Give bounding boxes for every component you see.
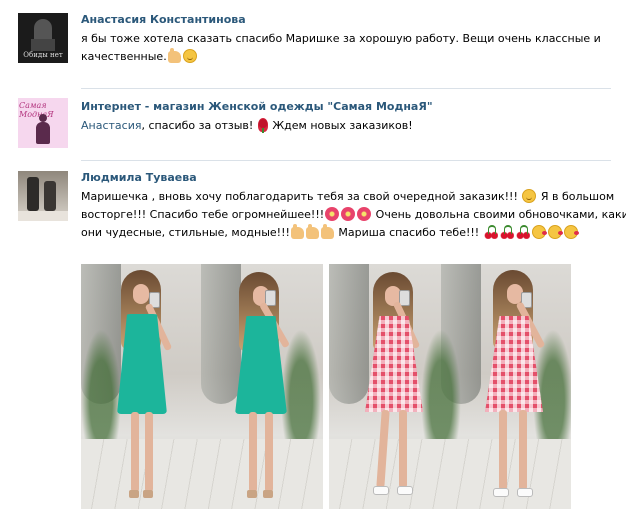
- comment-line: Маришечка , вновь хочу поблагодарить теб…: [81, 190, 518, 203]
- comment-line: Очень довольна своими обновочками, какие…: [375, 208, 626, 221]
- photo-arch: [329, 264, 369, 404]
- photo-arch: [201, 264, 241, 404]
- photo-plant: [81, 329, 121, 449]
- thumbs-up-icon: [167, 48, 181, 63]
- avatar-body: [31, 39, 55, 51]
- flower-icon: [325, 207, 340, 221]
- comment-line: восторге!!! Спасибо тебе огромнейшее!!!: [81, 208, 325, 221]
- rose-icon: [257, 118, 268, 133]
- model-shoe: [397, 486, 413, 495]
- avatar-figure: [34, 19, 52, 41]
- comment-body: я бы тоже хотела сказать спасибо Маришке…: [81, 32, 601, 63]
- avatar[interactable]: Самая МоднаЯ: [18, 98, 68, 148]
- smile-icon: [522, 189, 537, 203]
- model-shoe: [493, 488, 509, 497]
- comment-text: Анастасия, спасибо за отзыв! Ждем новых …: [81, 117, 601, 135]
- cherry-icon: [515, 225, 530, 239]
- photo-attachment-turquoise-dress[interactable]: [81, 264, 323, 509]
- model-shoe: [129, 490, 139, 498]
- model-leg: [131, 412, 139, 492]
- photo-plant: [421, 329, 461, 449]
- mention-link[interactable]: Анастасия: [81, 119, 141, 132]
- avatar-figure: [39, 114, 47, 122]
- comment-line: Я в большом: [540, 190, 615, 203]
- thumbs-up-icon: [320, 224, 334, 239]
- model-leg: [265, 412, 273, 492]
- comment-body-end: Ждем новых заказиков!: [272, 119, 413, 132]
- cherry-icon: [483, 225, 498, 239]
- avatar-caption: Обиды нет: [23, 51, 63, 59]
- comment-author[interactable]: Интернет - магазин Женской одежды "Самая…: [81, 100, 433, 113]
- thumbs-up-icon: [290, 224, 304, 239]
- model-shoe: [263, 490, 273, 498]
- photo-floor: [81, 439, 323, 509]
- avatar-body: [36, 122, 50, 144]
- kiss-icon: [563, 225, 579, 239]
- model-face: [133, 284, 149, 304]
- avatar-body: [44, 181, 56, 211]
- model-shoe: [517, 488, 533, 497]
- flower-icon: [357, 207, 372, 221]
- comment-author[interactable]: Людмила Туваева: [81, 171, 197, 184]
- model-leg: [519, 410, 527, 490]
- avatar-floor: [18, 211, 68, 221]
- model-shoe: [143, 490, 153, 498]
- kiss-icon: [531, 225, 547, 239]
- avatar[interactable]: Обиды нет: [18, 13, 68, 63]
- thumbs-up-icon: [305, 224, 319, 239]
- photo-attachment-gingham-dress[interactable]: [329, 264, 571, 509]
- photo-plant: [281, 329, 321, 449]
- comment-text: я бы тоже хотела сказать спасибо Маришке…: [81, 30, 601, 66]
- comment-text: Маришечка , вновь хочу поблагодарить теб…: [81, 188, 626, 242]
- kiss-icon: [547, 225, 563, 239]
- comment-line: Мариша спасибо тебе!!!: [338, 226, 480, 239]
- avatar-figure: [27, 177, 39, 211]
- comment-line: они чудесные, стильные, модные!!!: [81, 226, 290, 239]
- photo-floor: [329, 439, 571, 509]
- avatar[interactable]: [18, 171, 68, 221]
- flower-icon: [341, 207, 356, 221]
- comment-body: , спасибо за отзыв!: [141, 119, 254, 132]
- model-shoe: [373, 486, 389, 495]
- divider: [81, 160, 611, 161]
- model-shoe: [247, 490, 257, 498]
- model-leg: [499, 410, 507, 490]
- smile-icon: [182, 49, 197, 63]
- divider: [81, 88, 611, 89]
- model-leg: [145, 412, 153, 492]
- cherry-icon: [499, 225, 514, 239]
- model-leg: [249, 412, 257, 492]
- comment-author[interactable]: Анастасия Константинова: [81, 13, 246, 26]
- model-leg: [399, 410, 407, 488]
